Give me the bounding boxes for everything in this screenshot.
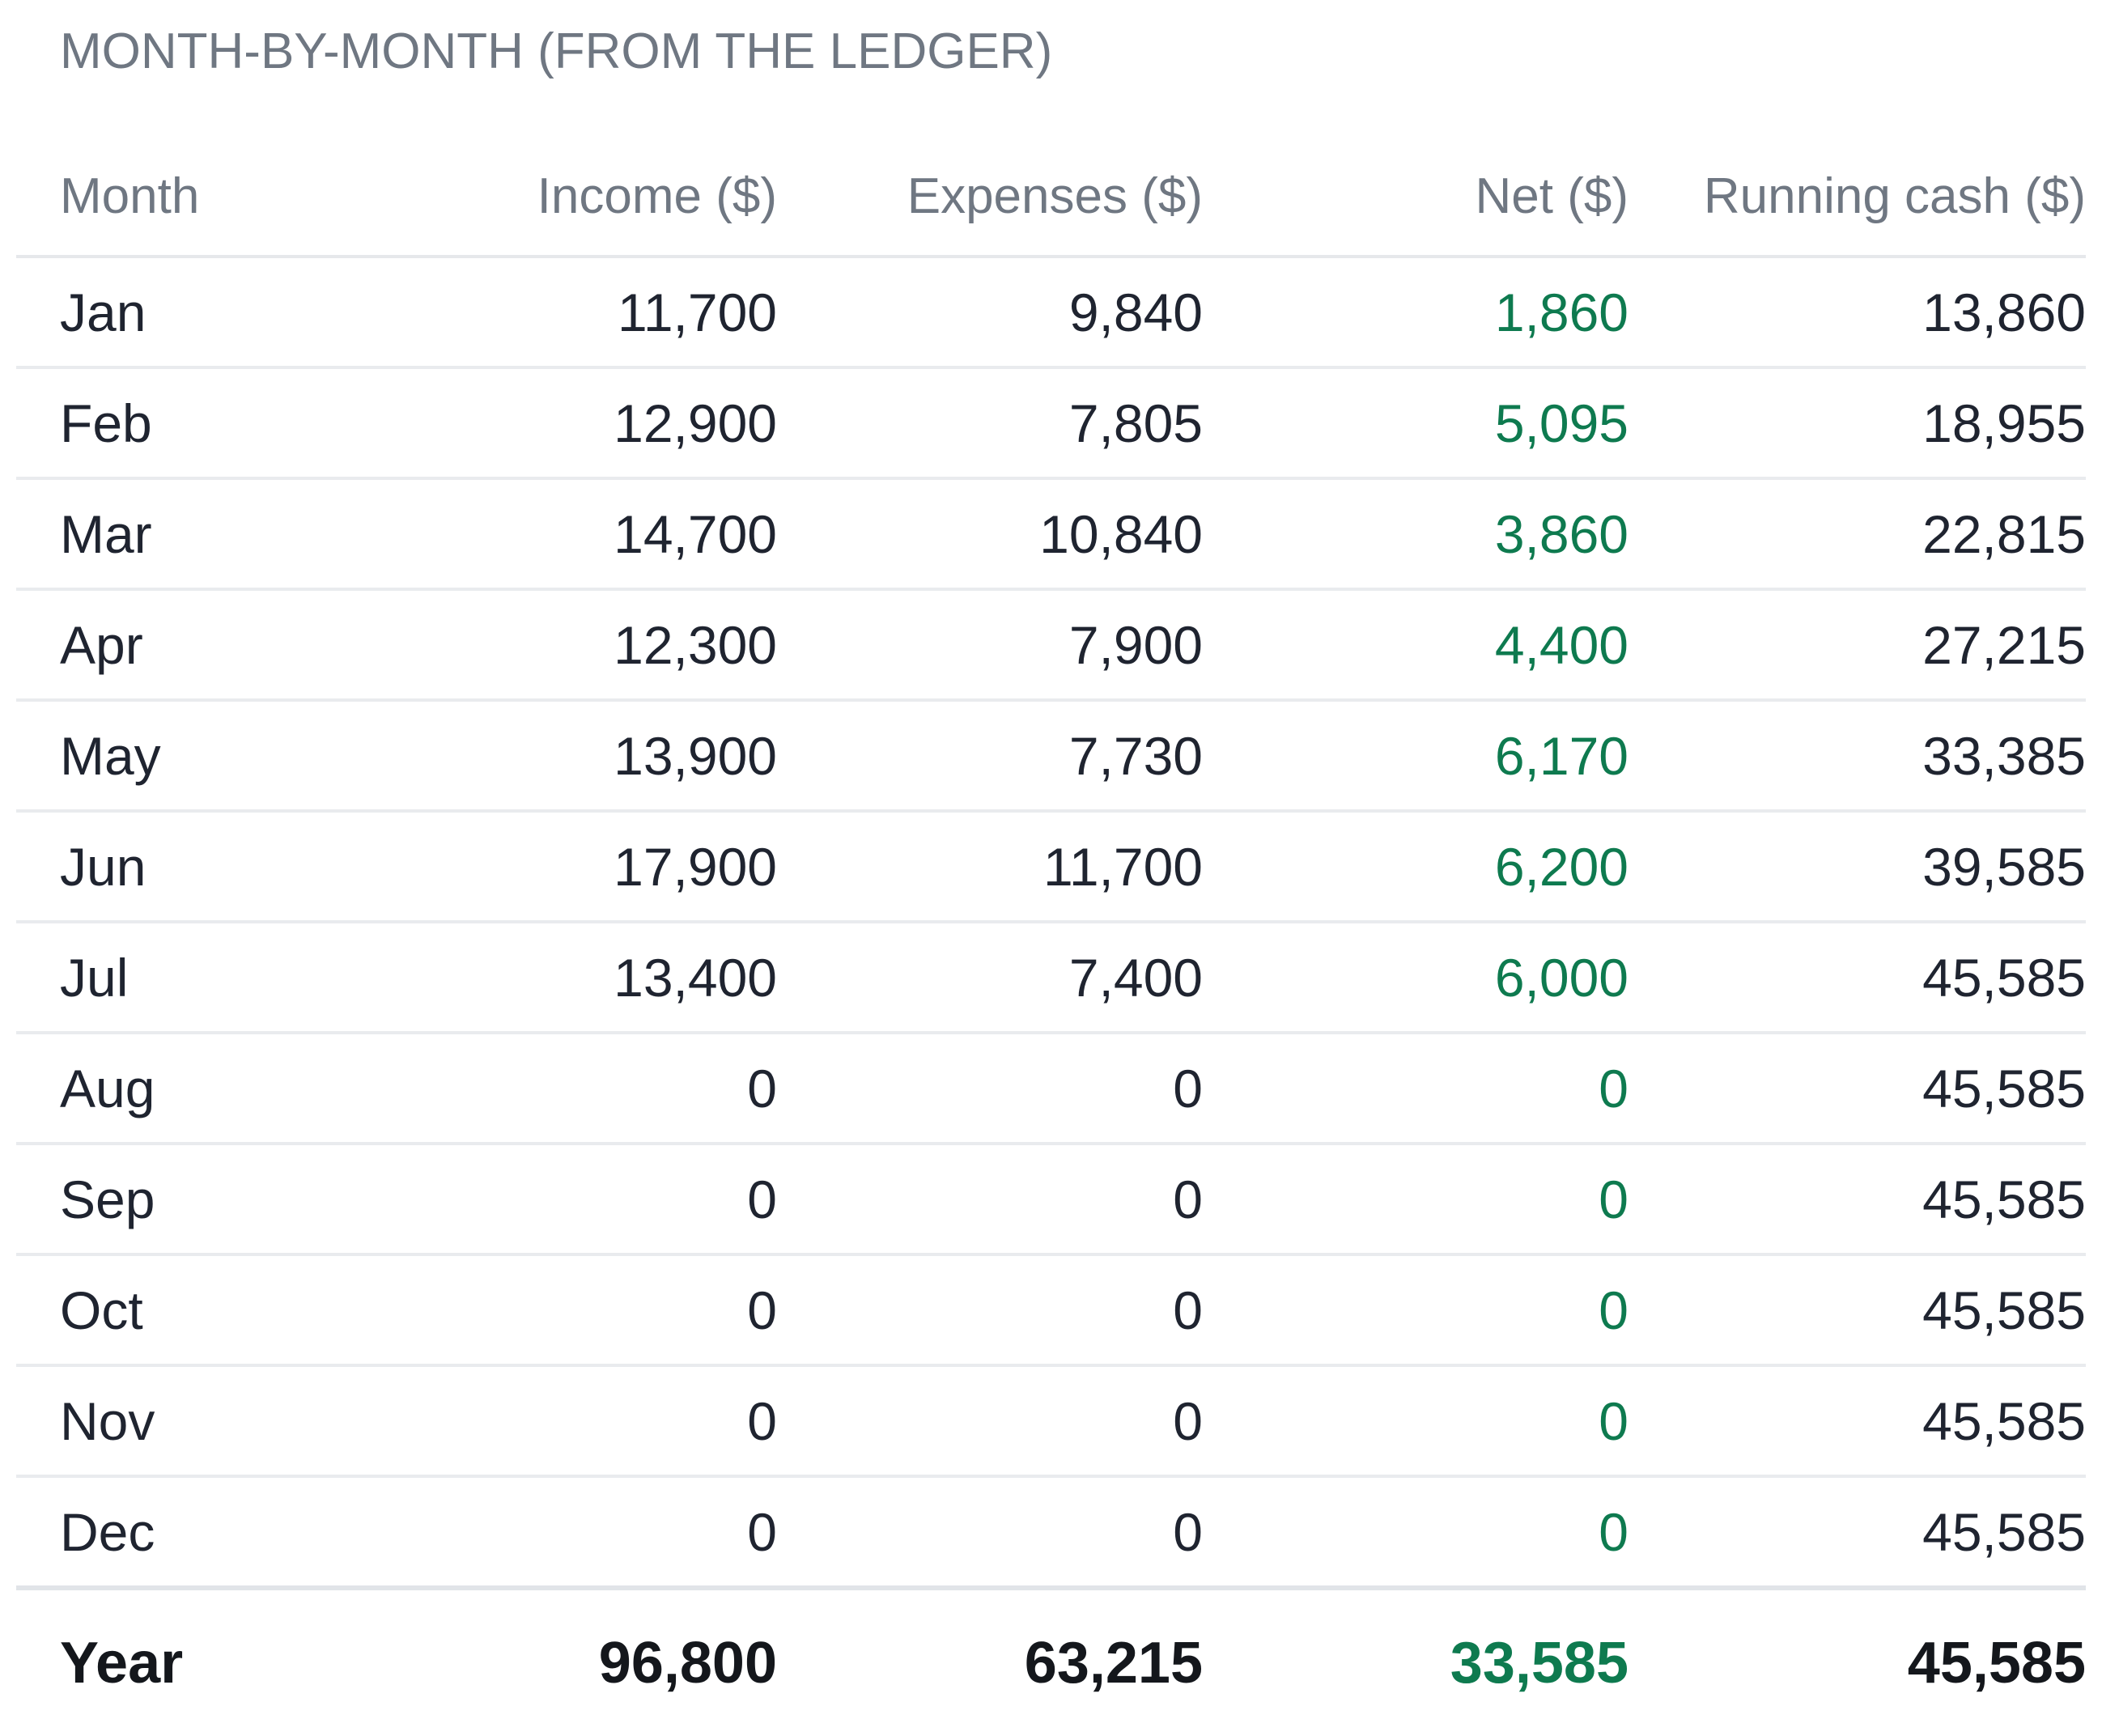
cell-running-cash: 45,585 [1629,1254,2086,1367]
cell-month: Dec [16,1476,405,1590]
table-row: Nov 0 0 0 45,585 [16,1365,2086,1478]
cell-net: 0 [1203,1365,1629,1478]
cell-month: Apr [16,589,405,702]
total-income: 96,800 [598,1631,777,1696]
header-row: Month Income ($) Expenses ($) Net ($) Ru… [16,138,2086,258]
cell-net: 0 [1203,1476,1629,1590]
cell-income: 14,700 [405,478,777,591]
cell-expenses: 7,805 [777,367,1203,480]
cell-running-cash: 45,585 [1629,1144,2086,1256]
cell-income: 12,300 [405,589,777,702]
cell-net: 6,170 [1203,700,1629,813]
cell-month: Oct [16,1254,405,1367]
cell-net: 5,095 [1203,367,1629,480]
total-row: Year 96,800 63,215 33,585 45,585 [16,1588,2086,1736]
total-label: Year [60,1631,184,1696]
cell-running-cash: 22,815 [1629,478,2086,591]
cell-net: 0 [1203,1144,1629,1256]
cell-running-cash: 45,585 [1629,922,2086,1034]
cell-expenses: 10,840 [777,478,1203,591]
cell-expenses: 7,900 [777,589,1203,702]
table-row: May 13,900 7,730 6,170 33,385 [16,700,2086,813]
table-row: Apr 12,300 7,900 4,400 27,215 [16,589,2086,702]
cell-income: 0 [405,1033,777,1145]
cell-expenses: 0 [777,1033,1203,1145]
cell-month: Jul [16,922,405,1034]
table-row: Dec 0 0 0 45,585 [16,1476,2086,1590]
cell-expenses: 7,730 [777,700,1203,813]
cell-income: 0 [405,1254,777,1367]
cell-income: 12,900 [405,367,777,480]
cell-net: 4,400 [1203,589,1629,702]
cell-income: 0 [405,1476,777,1590]
total-expenses: 63,215 [1024,1631,1203,1696]
cell-running-cash: 18,955 [1629,367,2086,480]
cell-net: 6,200 [1203,811,1629,923]
cell-running-cash: 45,585 [1629,1476,2086,1590]
table-row: Mar 14,700 10,840 3,860 22,815 [16,478,2086,591]
cell-month: Feb [16,367,405,480]
monthly-ledger-panel: MONTH-BY-MONTH (FROM THE LEDGER) Month I… [0,0,2102,1723]
cell-running-cash: 13,860 [1629,257,2086,369]
cell-expenses: 11,700 [777,811,1203,923]
cell-month: Jan [16,257,405,369]
cell-running-cash: 27,215 [1629,589,2086,702]
cell-expenses: 9,840 [777,257,1203,369]
cell-expenses: 0 [777,1144,1203,1256]
cell-income: 13,400 [405,922,777,1034]
cell-running-cash: 33,385 [1629,700,2086,813]
cell-month: Mar [16,478,405,591]
table-row: Feb 12,900 7,805 5,095 18,955 [16,367,2086,480]
table-row: Jan 11,700 9,840 1,860 13,860 [16,257,2086,369]
cell-expenses: 0 [777,1365,1203,1478]
cell-month: Jun [16,811,405,923]
cell-month: Aug [16,1033,405,1145]
table-row: Sep 0 0 0 45,585 [16,1144,2086,1256]
cell-income: 0 [405,1365,777,1478]
cell-income: 0 [405,1144,777,1256]
total-running-cash: 45,585 [1907,1631,2086,1696]
cell-running-cash: 39,585 [1629,811,2086,923]
cell-running-cash: 45,585 [1629,1365,2086,1478]
table-row: Aug 0 0 0 45,585 [16,1033,2086,1145]
cell-expenses: 7,400 [777,922,1203,1034]
column-header-income: Income ($) [405,138,777,258]
ledger-table-footer: Year 96,800 63,215 33,585 45,585 [16,1588,2086,1736]
cell-income: 17,900 [405,811,777,923]
cell-net: 1,860 [1203,257,1629,369]
cell-income: 11,700 [405,257,777,369]
cell-net: 3,860 [1203,478,1629,591]
ledger-table: Month Income ($) Expenses ($) Net ($) Ru… [16,138,2086,1736]
cell-month: May [16,700,405,813]
column-header-expenses: Expenses ($) [777,138,1203,258]
column-header-net: Net ($) [1203,138,1629,258]
total-net: 33,585 [1450,1631,1629,1696]
cell-net: 6,000 [1203,922,1629,1034]
cell-running-cash: 45,585 [1629,1033,2086,1145]
cell-net: 0 [1203,1254,1629,1367]
ledger-table-body: Jan 11,700 9,840 1,860 13,860 Feb 12,900… [16,257,2086,1590]
cell-income: 13,900 [405,700,777,813]
section-title: MONTH-BY-MONTH (FROM THE LEDGER) [60,23,1053,79]
table-row: Jul 13,400 7,400 6,000 45,585 [16,922,2086,1034]
ledger-table-header: Month Income ($) Expenses ($) Net ($) Ru… [16,138,2086,258]
table-row: Oct 0 0 0 45,585 [16,1254,2086,1367]
cell-month: Nov [16,1365,405,1478]
cell-net: 0 [1203,1033,1629,1145]
column-header-month: Month [16,138,405,258]
cell-expenses: 0 [777,1254,1203,1367]
cell-month: Sep [16,1144,405,1256]
column-header-running-cash: Running cash ($) [1629,138,2086,258]
cell-expenses: 0 [777,1476,1203,1590]
table-row: Jun 17,900 11,700 6,200 39,585 [16,811,2086,923]
